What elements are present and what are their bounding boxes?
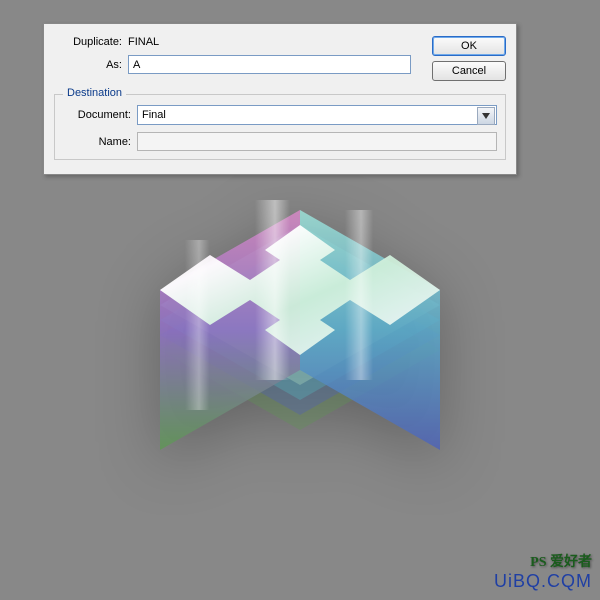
duplicate-label: Duplicate: <box>54 36 128 48</box>
name-label: Name: <box>63 136 137 148</box>
watermark: PS 爱好者 UiBQ.CQM <box>494 551 592 592</box>
destination-title: Destination <box>63 87 126 99</box>
ok-button[interactable]: OK <box>432 36 506 56</box>
as-label: As: <box>54 59 128 71</box>
name-input <box>137 132 497 151</box>
duplicate-value: FINAL <box>128 36 159 48</box>
watermark-bottom-text: UiBQ.CQM <box>494 571 592 592</box>
document-select-value: Final <box>142 109 166 121</box>
document-select[interactable]: Final <box>137 105 497 125</box>
as-input[interactable] <box>128 55 411 74</box>
glass-artwork <box>140 140 460 460</box>
chevron-down-icon[interactable] <box>477 107 495 125</box>
destination-fieldset: Destination Document: Final Name: <box>54 94 506 160</box>
cancel-button[interactable]: Cancel <box>432 61 506 81</box>
document-label: Document: <box>63 109 137 121</box>
duplicate-dialog: Duplicate: FINAL As: OK Cancel Destinati… <box>43 23 517 175</box>
watermark-top-text: PS 爱好者 <box>494 551 592 571</box>
